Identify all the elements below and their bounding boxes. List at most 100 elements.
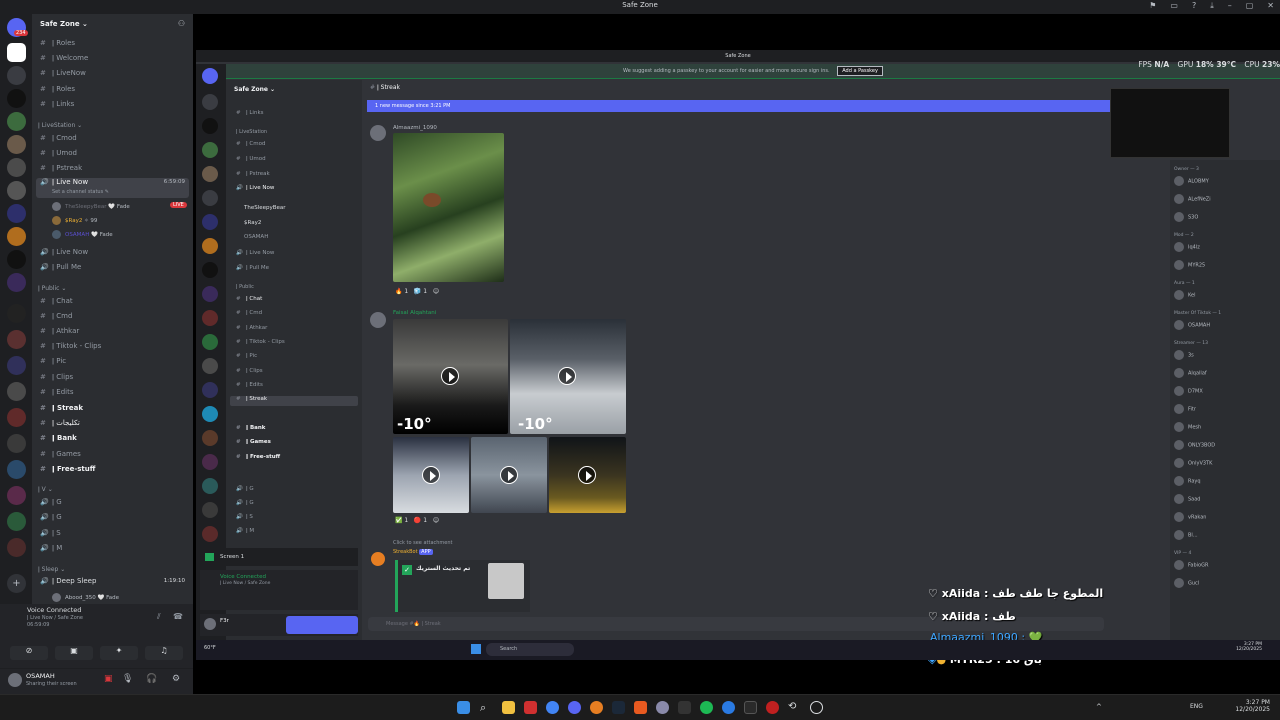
noise-suppression-icon[interactable]: ⫽: [157, 612, 161, 622]
play-icon[interactable]: [422, 466, 440, 484]
server-icon[interactable]: [7, 273, 26, 292]
activities-button[interactable]: ✦: [100, 646, 138, 660]
server-icon[interactable]: [7, 460, 26, 479]
language-indicator[interactable]: ENG: [1190, 703, 1203, 710]
voice-channel-m[interactable]: 🔊 ǀ M: [40, 544, 189, 556]
play-icon[interactable]: [500, 466, 518, 484]
app-icon[interactable]: [524, 701, 537, 714]
avatar[interactable]: [8, 673, 22, 687]
voice-channel-s[interactable]: 🔊 ǀ S: [40, 529, 189, 541]
discord-icon[interactable]: [568, 701, 581, 714]
server-icon[interactable]: [7, 486, 26, 505]
server-icon[interactable]: [7, 158, 26, 177]
add-server-icon[interactable]: +: [7, 574, 26, 593]
voice-user[interactable]: TheSleepyBear 🤍 Fade: [52, 202, 130, 211]
channel-status[interactable]: Set a channel status ✎: [52, 189, 109, 195]
app-icon[interactable]: [766, 701, 779, 714]
channel-arabic[interactable]: # ǀ تكليجات: [40, 419, 189, 431]
windows-start-icon[interactable]: [457, 701, 470, 714]
category-v[interactable]: ǀ V ⌄: [38, 486, 53, 493]
channel-umod[interactable]: # ǀ Umod: [40, 149, 189, 161]
add-passkey-button[interactable]: Add a Passkey: [837, 66, 883, 76]
server-icon[interactable]: [7, 304, 26, 323]
play-icon[interactable]: [578, 466, 596, 484]
server-icon[interactable]: [7, 112, 26, 131]
server-icon[interactable]: [7, 408, 26, 427]
channel-tiktok-clips[interactable]: # ǀ Tiktok - Clips: [40, 342, 189, 354]
stream-icon[interactable]: ▣: [104, 674, 113, 684]
channel-roles[interactable]: # ǀ Roles: [40, 39, 189, 51]
microphone-icon[interactable]: 🎙: [122, 674, 133, 684]
server-icon[interactable]: [7, 356, 26, 375]
voice-channel-live-now[interactable]: 🔊 ǀ Live Now 6:59:09 Set a channel status…: [36, 178, 189, 198]
soundboard-button[interactable]: ♫: [145, 646, 183, 660]
file-explorer-icon[interactable]: [502, 701, 515, 714]
steam-icon[interactable]: [612, 701, 625, 714]
voice-channel-g-2[interactable]: 🔊 ǀ G: [40, 513, 189, 525]
video-thumbnail[interactable]: -10°: [510, 319, 626, 434]
add-member-icon[interactable]: ⚇: [178, 19, 185, 28]
server-name[interactable]: Safe Zone ⌄: [40, 20, 88, 28]
screenshare-button[interactable]: ▣: [55, 646, 93, 660]
minimize-button[interactable]: –: [1228, 1, 1232, 11]
channel-free-stuff[interactable]: # ǀ Free-stuff: [40, 465, 189, 477]
server-icon[interactable]: [7, 434, 26, 453]
server-icon[interactable]: [7, 89, 26, 108]
channel-roles-2[interactable]: # ǀ Roles: [40, 85, 189, 97]
settings-gear-icon[interactable]: ⚙: [172, 674, 180, 684]
server-icon[interactable]: [7, 135, 26, 154]
app-icon[interactable]: [678, 701, 691, 714]
video-thumbnail[interactable]: [471, 437, 547, 513]
app-icon[interactable]: [590, 701, 603, 714]
video-thumbnail[interactable]: [549, 437, 626, 513]
system-clock[interactable]: 3:27 PM 12/20/2025: [1235, 699, 1270, 713]
channel-pstreak[interactable]: # ǀ Pstreak: [40, 164, 189, 176]
server-icon[interactable]: [7, 512, 26, 531]
pin-icon[interactable]: ⚑: [1149, 1, 1156, 11]
app-icon[interactable]: [656, 701, 669, 714]
download-icon[interactable]: ⤓: [1210, 1, 1214, 11]
server-icon[interactable]: [7, 227, 26, 246]
server-icon[interactable]: [7, 43, 26, 62]
close-button[interactable]: ✕: [1267, 1, 1274, 11]
server-icon[interactable]: [7, 66, 26, 85]
channel-athkar[interactable]: # ǀ Athkar: [40, 327, 189, 339]
channel-livenow[interactable]: # ǀ LiveNow: [40, 69, 189, 81]
channel-streak[interactable]: # ǀ Streak: [40, 404, 189, 416]
voice-channel-g[interactable]: 🔊 ǀ G: [40, 498, 189, 510]
search-icon[interactable]: ⌕: [480, 701, 493, 714]
voice-location[interactable]: ǀ Live Now / Safe Zone: [27, 615, 83, 621]
help-icon[interactable]: ?: [1192, 1, 1196, 11]
chrome-icon[interactable]: [546, 701, 559, 714]
headphones-icon[interactable]: 🎧: [146, 674, 157, 684]
server-icon[interactable]: [7, 181, 26, 200]
disconnect-icon[interactable]: ☎: [173, 612, 183, 621]
server-icon[interactable]: [7, 250, 26, 269]
server-icon[interactable]: [7, 330, 26, 349]
channel-games[interactable]: # ǀ Games: [40, 450, 189, 462]
camera-button[interactable]: ⊘: [10, 646, 48, 660]
inbox-icon[interactable]: ▭: [1170, 1, 1178, 11]
spotify-icon[interactable]: [700, 701, 713, 714]
app-icon[interactable]: [722, 701, 735, 714]
category-sleep[interactable]: ǀ Sleep ⌄: [38, 566, 65, 573]
channel-welcome[interactable]: # ǀ Welcome: [40, 54, 189, 66]
app-icon[interactable]: [810, 701, 823, 714]
server-icon[interactable]: [7, 204, 26, 223]
category-livestation[interactable]: ǀ LiveStation ⌄: [38, 122, 82, 129]
voice-user[interactable]: OSAMAH 🤍 Fade: [52, 230, 113, 239]
play-icon[interactable]: [558, 367, 576, 385]
maximize-button[interactable]: ▢: [1246, 1, 1254, 11]
channel-edits[interactable]: # ǀ Edits: [40, 388, 189, 400]
app-icon[interactable]: [634, 701, 647, 714]
user-name[interactable]: OSAMAH: [26, 672, 55, 680]
channel-cmod[interactable]: # ǀ Cmod: [40, 134, 189, 146]
server-icon[interactable]: [7, 382, 26, 401]
play-icon[interactable]: [441, 367, 459, 385]
video-thumbnail[interactable]: [393, 437, 469, 513]
channel-bank[interactable]: # ǀ Bank: [40, 434, 189, 446]
voice-channel-deep-sleep[interactable]: 🔊 ǀ Deep Sleep 1:19:10: [40, 577, 189, 589]
server-icon[interactable]: [7, 538, 26, 557]
video-thumbnail[interactable]: -10°: [393, 319, 508, 434]
category-public[interactable]: ǀ Public ⌄: [38, 285, 66, 292]
